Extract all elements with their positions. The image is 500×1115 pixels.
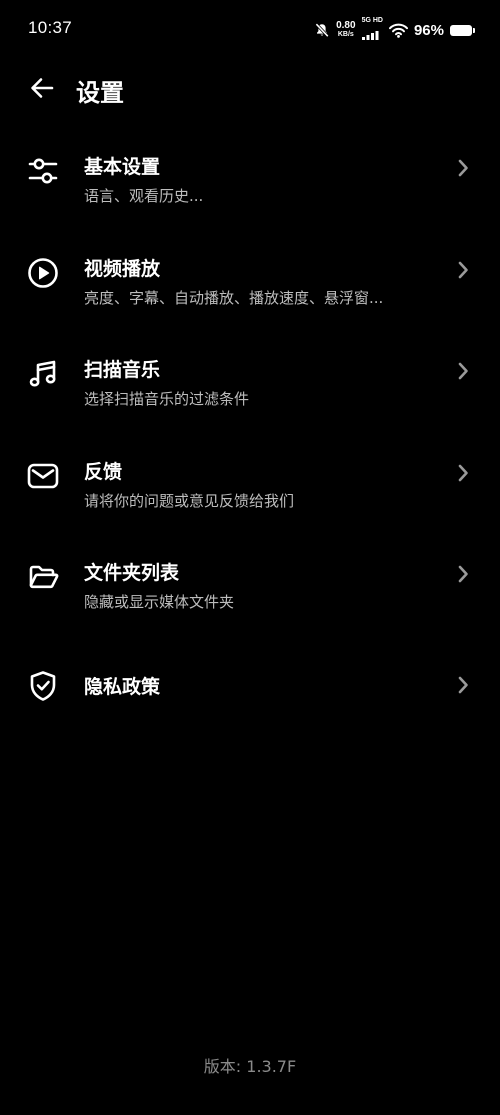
signal-label: 5G HD: [361, 16, 383, 24]
status-bar: 10:37 0.80 KB/s 5G HD 96%: [0, 0, 500, 60]
page-title: 设置: [76, 79, 124, 107]
signal-icon: [361, 25, 379, 44]
sliders-icon: [26, 154, 60, 188]
setting-item-folder-list[interactable]: 文件夹列表 隐藏或显示媒体文件夹: [0, 545, 500, 647]
setting-title: 视频播放: [84, 257, 161, 280]
chevron-right-icon: [456, 464, 470, 482]
setting-title: 基本设置: [84, 156, 161, 178]
setting-item-basic[interactable]: 基本设置 语言、观看历史...: [0, 139, 500, 241]
settings-list: 基本设置 语言、观看历史... 视频播放 亮度、字幕、自动播放、播放速度、悬浮窗…: [0, 139, 500, 748]
play-circle-icon: [26, 256, 60, 290]
net-speed-unit: KB/s: [337, 31, 354, 38]
shield-check-icon: [26, 669, 60, 703]
chevron-right-icon: [456, 565, 470, 583]
setting-subtitle: 选择扫描音乐的过滤条件: [84, 390, 250, 408]
net-speed: 0.80 KB/s: [336, 21, 355, 39]
setting-title: 隐私政策: [84, 675, 161, 698]
chevron-right-icon: [456, 676, 470, 694]
status-icons: 0.80 KB/s 5G HD 96%: [314, 16, 475, 44]
status-time: 10:37: [28, 18, 73, 37]
chevron-right-icon: [456, 159, 470, 177]
folder-open-icon: [26, 560, 60, 594]
version-label: 版本: 1.3.7F: [203, 1057, 297, 1076]
setting-subtitle: 请将你的问题或意见反馈给我们: [84, 491, 295, 510]
wifi-icon: [388, 23, 408, 38]
setting-item-feedback[interactable]: 反馈 请将你的问题或意见反馈给我们: [0, 444, 500, 546]
back-button[interactable]: [24, 74, 60, 106]
mute-icon: [314, 22, 330, 38]
net-speed-value: 0.80: [336, 20, 356, 31]
battery-icon: [450, 24, 475, 36]
chevron-right-icon: [456, 261, 470, 279]
arrow-left-icon: [30, 77, 54, 103]
mail-icon: [26, 459, 60, 493]
setting-subtitle: 亮度、字幕、自动播放、播放速度、悬浮窗...: [84, 288, 384, 307]
setting-item-privacy-policy[interactable]: 隐私政策: [0, 647, 500, 749]
signal-indicator: 5G HD: [361, 16, 383, 44]
setting-subtitle: 隐藏或显示媒体文件夹: [84, 593, 235, 611]
music-note-icon: [26, 357, 60, 391]
chevron-right-icon: [456, 362, 470, 380]
app-header: 设置: [0, 62, 500, 118]
setting-subtitle: 语言、观看历史...: [84, 187, 204, 205]
setting-title: 扫描音乐: [84, 359, 161, 381]
setting-item-scan-music[interactable]: 扫描音乐 选择扫描音乐的过滤条件: [0, 342, 500, 444]
setting-item-video-playback[interactable]: 视频播放 亮度、字幕、自动播放、播放速度、悬浮窗...: [0, 241, 500, 343]
setting-title: 文件夹列表: [84, 562, 180, 584]
setting-title: 反馈: [84, 460, 123, 483]
battery-percent: 96%: [413, 21, 444, 39]
